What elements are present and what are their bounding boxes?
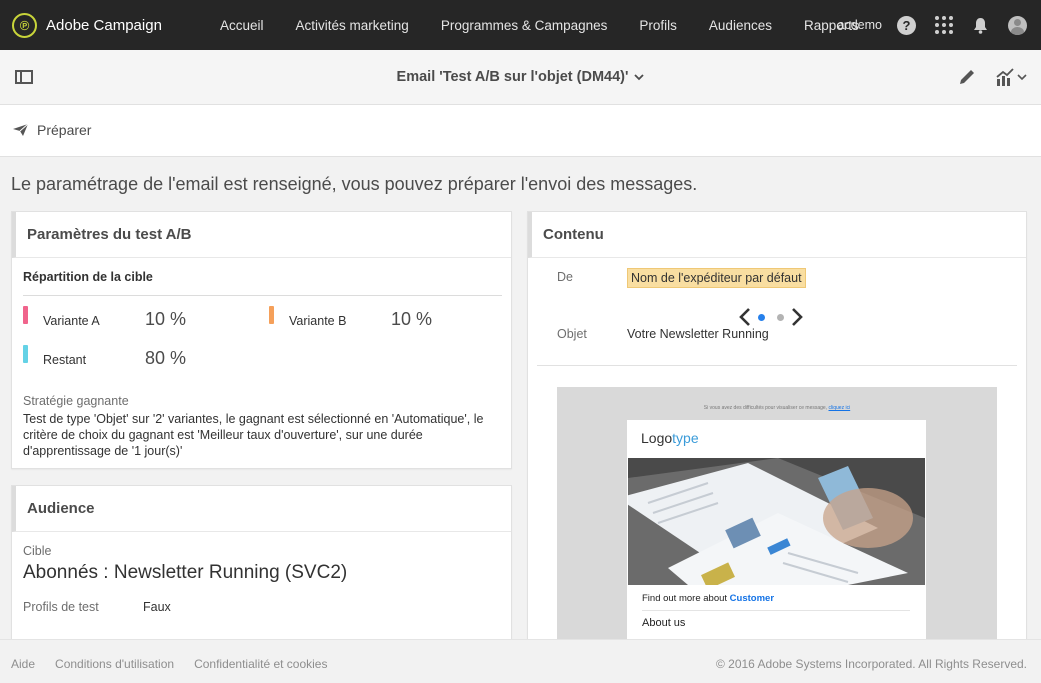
prepare-label: Préparer <box>37 122 92 138</box>
preview-hero-image <box>628 458 925 585</box>
preview-top-text: Si vous avez des difficultés pour visual… <box>703 405 851 411</box>
preview-top-link: cliquez ici <box>828 405 851 411</box>
main-nav: Accueil Activités marketing Programmes &… <box>204 0 875 50</box>
pager-dot[interactable] <box>777 313 784 321</box>
preview-body: Logotype Find out more about Customer Ab… <box>627 420 926 650</box>
content-card: Contenu De Nom de l'expéditeur par défau… <box>527 211 1027 651</box>
email-preview[interactable]: Si vous avez des difficultés pour visual… <box>557 387 997 650</box>
user-avatar[interactable] <box>1008 15 1027 35</box>
ab-test-card-title: Paramètres du test A/B <box>12 212 511 258</box>
reports-chart-icon <box>996 68 1014 86</box>
title-bar: Email 'Test A/B sur l'objet (DM44)' <box>0 50 1041 105</box>
footer: Aide Conditions d'utilisation Confidenti… <box>0 639 1041 683</box>
preview-customer-link: Customer <box>729 593 775 604</box>
remaining-swatch <box>23 345 28 363</box>
winning-strategy-text: Test de type 'Objet' sur '2' variantes, … <box>23 412 484 458</box>
target-label: Cible <box>23 544 52 558</box>
subject-value: Votre Newsletter Running <box>627 327 769 341</box>
variant-a-label: Variante A <box>43 314 100 328</box>
action-bar: Préparer <box>0 105 1041 157</box>
top-navigation-bar: ℗ Adobe Campaign Accueil Activités marke… <box>0 0 1041 50</box>
chevron-down-icon <box>1017 73 1027 80</box>
footer-link-help[interactable]: Aide <box>11 657 35 671</box>
subject-label: Objet <box>557 327 587 341</box>
help-icon[interactable]: ? <box>897 15 916 35</box>
variant-b-percent: 10 % <box>391 309 433 329</box>
adobe-campaign-logo-icon: ℗ <box>12 12 37 38</box>
nav-item-accueil[interactable]: Accueil <box>204 18 280 33</box>
chevron-right-icon[interactable] <box>790 307 804 327</box>
user-name[interactable]: acdemo <box>838 18 882 32</box>
nav-right-tools: acdemo ? <box>838 0 1027 50</box>
remaining-percent: 80 % <box>145 348 187 368</box>
divider <box>537 365 1017 366</box>
from-value: Nom de l'expéditeur par défaut <box>627 268 806 288</box>
preview-about-us: About us <box>642 617 686 629</box>
status-message: Le paramétrage de l'email est renseigné,… <box>11 174 698 194</box>
variant-a-percent: 10 % <box>145 309 187 329</box>
variant-a-swatch <box>23 306 28 324</box>
ab-test-card: Paramètres du test A/B Répartition de la… <box>11 211 512 469</box>
chevron-down-icon <box>634 74 645 81</box>
remaining-label: Restant <box>43 353 87 367</box>
variant-b-label: Variante B <box>289 314 347 328</box>
distribution-title: Répartition de la cible <box>23 270 153 284</box>
notifications-bell-icon[interactable] <box>973 17 988 34</box>
test-profiles-value: Faux <box>143 600 171 614</box>
preview-logo: Logotype <box>641 430 699 446</box>
nav-item-audiences[interactable]: Audiences <box>693 18 788 33</box>
footer-links: Aide Conditions d'utilisation Confidenti… <box>11 657 347 671</box>
preview-find-text: Find out more about Customer <box>642 593 775 604</box>
test-profiles-label: Profils de test <box>23 600 99 614</box>
prepare-button[interactable]: Préparer <box>12 122 91 138</box>
divider <box>23 295 502 296</box>
target-value[interactable]: Abonnés : Newsletter Running (SVC2) <box>23 562 347 584</box>
app-grid-icon[interactable] <box>935 16 953 34</box>
app-name: Adobe Campaign <box>46 16 162 34</box>
variant-b-swatch <box>269 306 274 324</box>
brand[interactable]: ℗ Adobe Campaign <box>12 12 212 38</box>
nav-item-activites-marketing[interactable]: Activités marketing <box>280 18 425 33</box>
nav-item-profils[interactable]: Profils <box>623 18 693 33</box>
divider <box>642 610 910 611</box>
audience-card-title: Audience <box>12 486 511 532</box>
page-title-text: Email 'Test A/B sur l'objet (DM44)' <box>396 69 629 85</box>
pager-dot-active[interactable] <box>758 313 765 321</box>
page-title[interactable]: Email 'Test A/B sur l'objet (DM44)' <box>0 69 1041 85</box>
winning-strategy-label: Stratégie gagnante <box>23 394 129 408</box>
reports-menu[interactable] <box>995 67 1027 87</box>
footer-link-terms[interactable]: Conditions d'utilisation <box>55 657 174 671</box>
copyright: © 2016 Adobe Systems Incorporated. All R… <box>715 657 1027 671</box>
footer-link-privacy[interactable]: Confidentialité et cookies <box>194 657 327 671</box>
audience-card: Audience Cible Abonnés : Newsletter Runn… <box>11 485 512 645</box>
from-label: De <box>557 270 573 284</box>
edit-pencil-icon[interactable] <box>957 67 977 87</box>
variant-pager <box>738 307 804 327</box>
nav-item-programmes-campagnes[interactable]: Programmes & Campagnes <box>425 18 624 33</box>
paper-plane-icon <box>13 123 29 136</box>
chevron-left-icon[interactable] <box>738 307 752 327</box>
content-card-title: Contenu <box>528 212 1026 258</box>
